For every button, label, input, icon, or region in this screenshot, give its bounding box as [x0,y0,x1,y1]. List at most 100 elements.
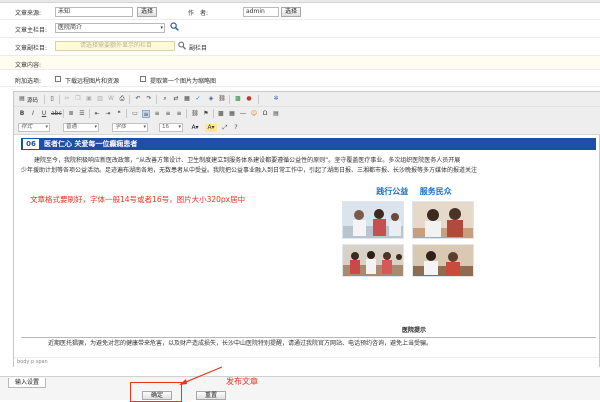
magnifier-icon[interactable] [178,41,187,50]
confirm-button[interactable]: 确定 [142,391,172,400]
article-banner-image: 践行公益 服务民众 [334,185,494,277]
ordered-list-icon[interactable]: ≣ [67,110,75,118]
hr-icon[interactable]: ― [239,110,247,118]
bold-icon[interactable]: B [18,110,26,118]
format-combo[interactable]: 普通 ▾ [63,123,99,132]
indent-icon[interactable]: ⇥ [104,110,112,118]
author-select-button[interactable]: 选择 [281,7,301,17]
spellcheck-icon[interactable]: ✓ [194,95,202,103]
toolbar-separator [63,109,64,118]
align-left-icon[interactable]: ≡ [142,110,150,118]
div-icon[interactable]: ▭ [131,110,139,118]
format-combo-label: 普通 [66,124,78,130]
chevron-down-icon: ▾ [160,25,163,31]
flash-icon[interactable]: ● [245,95,253,103]
blockquote-icon[interactable]: ❝ [115,110,123,118]
anchor-icon[interactable]: ⚑ [202,110,210,118]
reset-button[interactable]: 重置 [196,391,226,400]
article-title-bar: 06 医者仁心 关爱每一位癫痫患者 [21,138,596,150]
unordered-list-icon[interactable]: ☰ [78,110,86,118]
outdent-icon[interactable]: ⇤ [93,110,101,118]
paste-word-icon[interactable]: W [107,95,115,103]
find-icon[interactable]: ⌕ [161,95,169,103]
image-icon[interactable]: ▩ [217,110,225,118]
first-image-thumb-checkbox[interactable] [140,76,146,82]
copy-icon[interactable]: ❐ [74,95,82,103]
article-paragraph-2: 少年援助计划等各项公益活动。足迹遍布湖南各地，无数患者从中受益。我院把公益事业融… [21,167,478,174]
source-button-label[interactable]: 源码 [27,96,38,104]
redo-icon[interactable]: ↷ [145,95,153,103]
link-icon[interactable]: ⛓ [218,95,226,103]
remove-format-icon[interactable]: ◈ [207,95,215,103]
toolbar-row-2: B I U abc ≣ ☰ ⇤ ⇥ ❝ ▭ ≡ ≡ ≡ ≡ ⛓ ⚑ ▩ ▦ ― … [14,107,600,121]
element-path: body p span [17,359,48,365]
select-all-icon[interactable]: ▦ [183,95,191,103]
toolbar-separator [89,109,90,118]
settings-icon[interactable]: ✲ [272,95,280,103]
image-icon[interactable]: ▩ [234,95,242,103]
top-strip [0,0,600,3]
align-justify-icon[interactable]: ≡ [175,110,183,118]
cut-icon[interactable]: ✂ [63,95,71,103]
sub-column-button[interactable]: 副栏目 [189,43,207,52]
undo-icon[interactable]: ↶ [134,95,142,103]
toolbar-separator [186,109,187,118]
size-combo[interactable]: 16 ▾ [159,123,183,132]
toolbar-row-3: 样式 ▾ 普通 ▾ 字体 ▾ 16 ▾ A▾ A▾ ⤢ ? [14,121,600,135]
print-icon[interactable]: ⎙ [118,95,126,103]
attach-label: 附加选项: [15,78,42,85]
main-column-value: 医院简介 [58,24,83,31]
toolbar-separator [229,95,230,104]
replace-icon[interactable]: ⇄ [172,95,180,103]
bg-color-icon[interactable]: A▾ [205,124,217,132]
paste-icon[interactable]: ▣ [85,95,93,103]
font-combo[interactable]: 字体 ▾ [112,123,148,132]
text-color-icon[interactable]: A▾ [189,124,201,132]
tip-title: 医院提示 [402,327,427,334]
maximize-icon[interactable]: ⤢ [221,124,229,132]
source-icon[interactable]: ▤ [18,95,26,103]
toolbar-row-1: ▤ 源码 ▯ ✂ ❐ ▣ ▥ W ⎙ ↶ ↷ ⌕ ⇄ ▦ ✓ ◈ ⛓ ▩ ● ✲ [14,92,600,107]
main-column-select[interactable]: 医院简介 ▾ [55,23,165,33]
magnifier-icon[interactable] [170,22,179,31]
toolbar-separator [129,95,130,104]
special-char-icon[interactable]: Ω [261,110,269,118]
sub-column-label: 文章副栏目: [15,45,48,52]
show-blocks-icon[interactable]: ? [232,124,240,132]
row-main-column: 文章主栏目: 医院简介 ▾ [0,20,600,38]
source-select-button[interactable]: 选择 [137,7,157,17]
toolbar-separator [156,95,157,104]
chevron-down-icon: ▾ [94,124,97,130]
tip-text: 近期医托猖獗，为避免对您的健康带来危害，以及财产造成损失，长沙中山医院特别提醒，… [48,340,433,347]
italic-icon[interactable]: I [29,110,37,118]
align-right-icon[interactable]: ≡ [164,110,172,118]
author-label: 作 者: [188,10,209,17]
download-remote-checkbox[interactable] [55,76,61,82]
banner-photo [412,201,474,239]
table-icon[interactable]: ▦ [228,110,236,118]
style-combo[interactable]: 样式 ▾ [18,123,50,132]
author-input[interactable]: admin [243,7,279,17]
main-column-label: 文章主栏目: [15,27,48,34]
sub-column-input[interactable]: 请选择需要额外显示的栏目 [55,41,175,51]
row-content: 文章内容: [0,56,600,70]
document-icon[interactable]: ▯ [48,95,56,103]
row-sub-column: 文章副栏目: 请选择需要额外显示的栏目 副栏目 [0,38,600,56]
tab-input-settings[interactable]: 输入设置 [8,378,46,388]
align-center-icon[interactable]: ≡ [153,110,161,118]
banner-photo [342,201,404,239]
publish-annotation: 发布文章 [226,377,258,386]
toolbar-separator [126,109,127,118]
source-input[interactable]: 未知 [55,7,133,17]
underline-icon[interactable]: U [40,110,48,118]
format-hint-annotation: 文章格式要刷好，字体一般14号或者16号，图片大小320px居中 [30,195,246,204]
smiley-icon[interactable]: ☺ [250,110,258,118]
pagebreak-icon[interactable]: ▤ [272,110,280,118]
link-icon[interactable]: ⛓ [191,110,199,118]
rich-text-editor[interactable]: ▤ 源码 ▯ ✂ ❐ ▣ ▥ W ⎙ ↶ ↷ ⌕ ⇄ ▦ ✓ ◈ ⛓ ▩ ● ✲… [13,91,600,367]
strike-icon[interactable]: abc [51,110,62,118]
editor-content[interactable]: 06 医者仁心 关爱每一位癫痫患者 建院至今，我院积极响应新医改政策，“从改善方… [14,136,599,358]
paste-text-icon[interactable]: ▥ [96,95,104,103]
article-title: 医者仁心 关爱每一位癫痫患者 [44,140,138,148]
banner-heading-right: 服务民众 [419,187,452,196]
